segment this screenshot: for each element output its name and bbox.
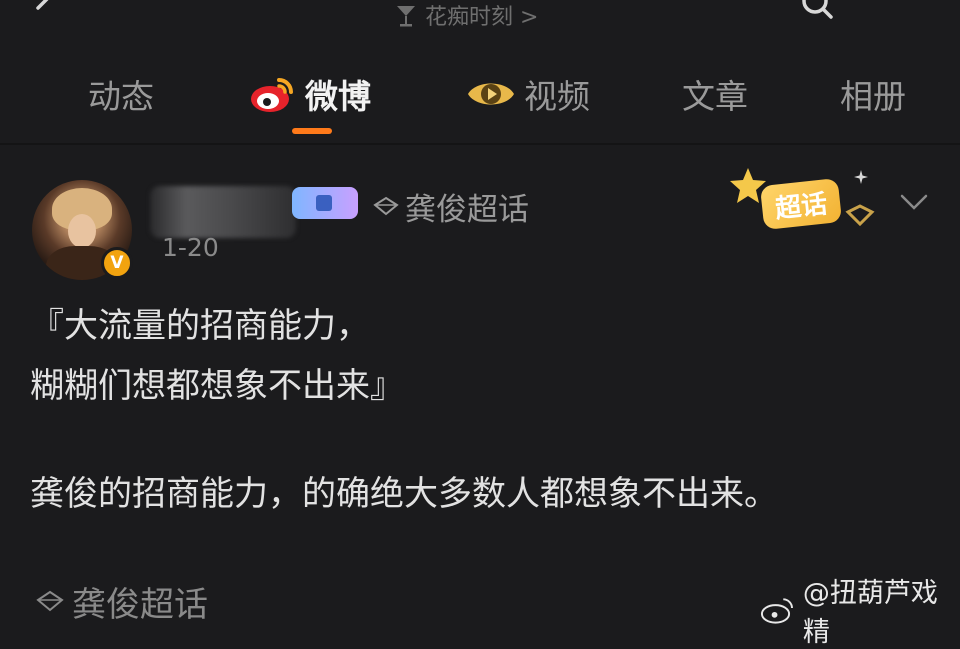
tab-dynamic[interactable]: 动态: [88, 72, 154, 116]
tab-label: 视频: [524, 77, 590, 116]
post-time: 1-20: [162, 233, 219, 262]
tab-label: 文章: [682, 77, 748, 116]
verified-badge-icon: V: [101, 247, 133, 279]
profile-tabs: 动态 微博 视频 文章 相册: [0, 58, 960, 138]
topic-footer-link[interactable]: 龚俊超话: [36, 577, 208, 625]
tab-albums[interactable]: 相册: [840, 72, 906, 116]
weibo-icon: [251, 78, 293, 112]
super-topic-badge[interactable]: 超话: [728, 164, 878, 240]
page-title-text: 花痴时刻 >: [425, 5, 539, 30]
watermark: @扭葫芦戏精: [760, 578, 960, 648]
back-icon[interactable]: [32, 0, 58, 18]
post-text-line: 龚俊的招商能力，的确绝大多数人都想象不出来。: [30, 474, 778, 514]
gem-icon: [845, 204, 875, 226]
diamond-icon: [36, 590, 64, 612]
tab-weibo[interactable]: 微博: [249, 72, 371, 116]
tab-label: 相册: [840, 77, 906, 116]
username-redacted[interactable]: [150, 186, 296, 238]
topic-tag[interactable]: 龚俊超话: [373, 186, 529, 228]
tab-label: 微博: [305, 77, 371, 116]
super-topic-badge-label: 超话: [759, 178, 843, 230]
chevron-down-icon[interactable]: [898, 190, 930, 214]
post-text-line: 『大流量的招商能力，: [30, 306, 370, 346]
member-badge-icon: [292, 187, 358, 219]
topic-footer-label: 龚俊超话: [72, 584, 208, 625]
weibo-icon: [760, 598, 793, 624]
sparkle-icon: [854, 170, 868, 184]
cocktail-icon: [397, 6, 415, 27]
search-icon[interactable]: [800, 0, 836, 22]
active-tab-indicator: [292, 128, 332, 134]
top-bar: 花痴时刻 >: [0, 0, 960, 40]
video-icon: [468, 83, 514, 105]
watermark-text: @扭葫芦戏精: [802, 578, 938, 648]
tab-articles[interactable]: 文章: [682, 72, 748, 116]
post-text-line: 糊糊们想都想象不出来』: [30, 366, 404, 406]
tab-video[interactable]: 视频: [466, 72, 590, 116]
topic-tag-label: 龚俊超话: [405, 191, 529, 228]
tab-label: 动态: [88, 77, 154, 116]
page-title[interactable]: 花痴时刻 >: [395, 0, 538, 30]
diamond-icon: [373, 196, 399, 216]
divider: [0, 143, 960, 145]
